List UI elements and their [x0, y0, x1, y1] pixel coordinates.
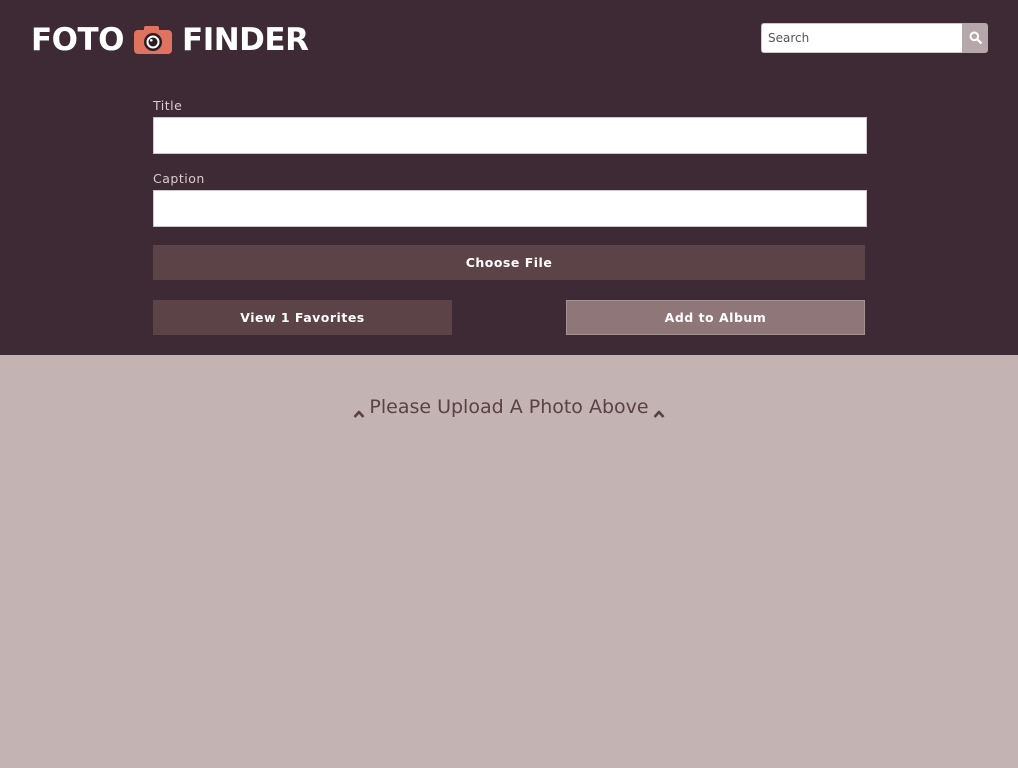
search-icon [969, 29, 982, 48]
chevron-up-icon [653, 402, 665, 418]
title-label: Title [153, 98, 183, 113]
search-input[interactable] [761, 23, 962, 53]
upload-notice-text: Please Upload A Photo Above [369, 396, 649, 418]
title-input[interactable] [153, 117, 867, 154]
logo-word-finder: FINDER [182, 22, 309, 58]
app-header: FOTO FINDER Title Caption [0, 0, 1018, 355]
chevron-up-icon [353, 402, 365, 418]
logo-word-foto: FOTO [31, 22, 125, 58]
search-button[interactable] [962, 23, 988, 53]
upload-notice: Please Upload A Photo Above [0, 393, 1018, 421]
choose-file-button[interactable]: Choose File [153, 245, 865, 280]
app-logo[interactable]: FOTO FINDER [31, 20, 309, 60]
caption-input[interactable] [153, 190, 867, 227]
caption-label: Caption [153, 171, 205, 186]
view-favorites-button[interactable]: View 1 Favorites [153, 300, 452, 335]
camera-icon [133, 25, 173, 55]
search-bar [761, 23, 988, 53]
add-to-album-button[interactable]: Add to Album [566, 300, 865, 335]
